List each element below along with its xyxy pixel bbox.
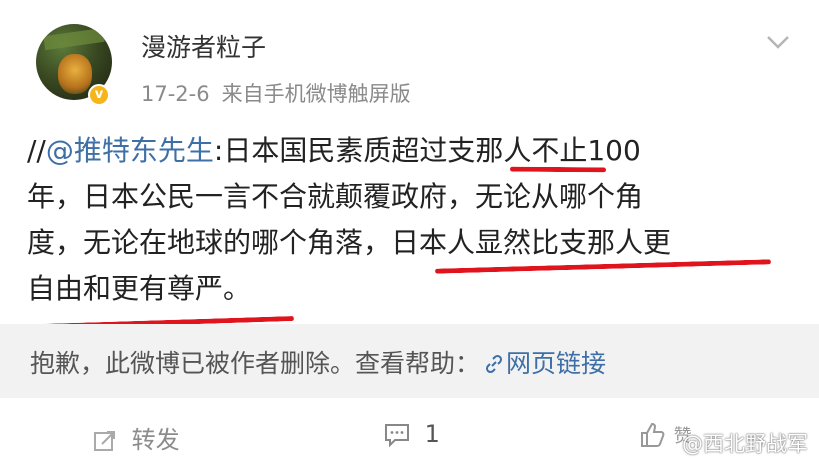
web-link-label: 网页链接 bbox=[506, 349, 607, 378]
author-name[interactable]: 漫游者粒子 bbox=[141, 28, 266, 64]
post-date: 17-2-6 bbox=[141, 82, 210, 106]
web-link[interactable]: 网页链接 bbox=[484, 349, 606, 378]
chevron-down-icon[interactable] bbox=[765, 32, 791, 52]
avatar-detail bbox=[58, 54, 92, 94]
deleted-notice-text: 抱歉，此微博已被作者删除。查看帮助： bbox=[30, 349, 481, 378]
repost-icon bbox=[94, 431, 115, 451]
post-meta: 17-2-6 来自手机微博触屏版 bbox=[141, 78, 411, 108]
post-body: //@推特东先生:日本国民素质超过支那人不止100 年，日本公民一言不合就颠覆政… bbox=[27, 128, 797, 312]
avatar-detail bbox=[43, 27, 105, 51]
comment-count: 1 bbox=[424, 420, 440, 448]
link-icon bbox=[485, 354, 503, 374]
watermark-text: @西北野战军 bbox=[682, 432, 808, 456]
deleted-notice: 抱歉，此微博已被作者删除。查看帮助： 网页链接 bbox=[30, 344, 606, 380]
post-text-segment: :日本国民素质超过支那人不止100 bbox=[213, 134, 641, 167]
repost-label: 转发 bbox=[131, 426, 180, 454]
post-line-4: 自由和更有尊严。 bbox=[27, 272, 252, 305]
post-line-2: 年，日本公民一言不合就颠覆政府，无论从哪个角 bbox=[27, 180, 644, 213]
comment-button[interactable]: 1 bbox=[383, 420, 440, 448]
post-source: 来自手机微博触屏版 bbox=[221, 82, 411, 106]
comment-icon bbox=[385, 424, 409, 448]
red-underline-mark bbox=[509, 166, 607, 173]
repost-prefix: // bbox=[27, 134, 46, 167]
mention-link[interactable]: @推特东先生 bbox=[46, 134, 214, 167]
post-line-1: //@推特东先生:日本国民素质超过支那人不止100 bbox=[27, 128, 797, 174]
verified-v-badge-icon: v bbox=[88, 84, 110, 106]
post-line-3: 度，无论在地球的哪个角落，日本人显然比支那人更 bbox=[27, 226, 672, 259]
repost-button[interactable]: 转发 bbox=[92, 420, 180, 455]
thumbs-up-icon bbox=[641, 422, 665, 447]
